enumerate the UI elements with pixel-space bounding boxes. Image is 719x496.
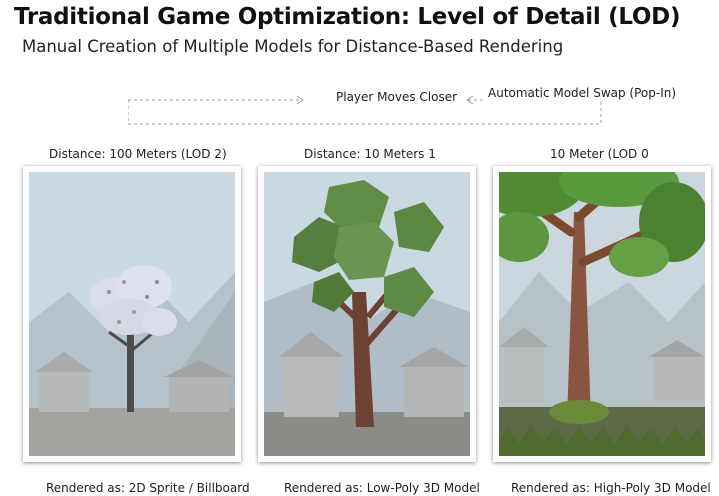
lod2-panel [23, 166, 241, 462]
lod2-caption: Rendered as: 2D Sprite / Billboard [46, 481, 250, 495]
lod0-distance-label: 10 Meter (LOD 0 [550, 147, 649, 161]
lod0-caption: Rendered as: High-Poly 3D Model [511, 481, 711, 495]
player-moves-closer-label: Player Moves Closer [336, 90, 458, 104]
diagram-subtitle: Manual Creation of Multiple Models for D… [22, 37, 564, 56]
lod1-caption: Rendered as: Low-Poly 3D Model [284, 481, 480, 495]
flow-indicator: Player Moves Closer Automatic Model Swap… [128, 86, 676, 126]
lod1-distance-label: Distance: 10 Meters 1 [304, 147, 436, 161]
low-poly-tree-scene [264, 172, 470, 456]
lod0-panel [493, 166, 711, 462]
billboard-tree-scene [29, 172, 235, 456]
diagram-title: Traditional Game Optimization: Level of … [14, 4, 681, 30]
lod1-panel [258, 166, 476, 462]
high-poly-tree-scene [499, 172, 705, 456]
model-swap-label: Automatic Model Swap (Pop-In) [488, 86, 677, 100]
lod2-distance-label: Distance: 100 Meters (LOD 2) [49, 147, 227, 161]
